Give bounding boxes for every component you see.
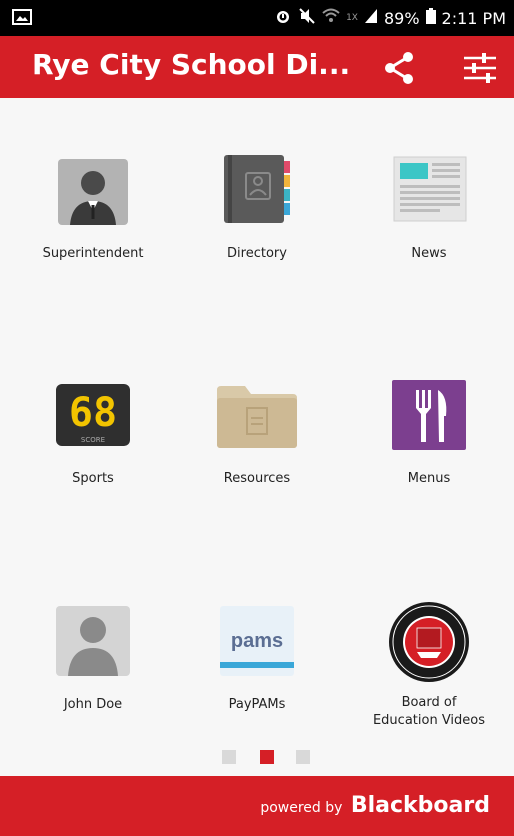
tile-label: Directory — [227, 246, 287, 261]
tile-label: News — [411, 246, 447, 261]
page-indicator — [222, 750, 312, 766]
status-bar: 1X 89% 2:11 PM — [0, 0, 514, 36]
clock-time: 2:11 PM — [441, 8, 506, 28]
seal-icon — [387, 600, 471, 684]
scoreboard-digits: 68 — [69, 390, 117, 436]
resources-icon — [217, 380, 297, 458]
powered-by-text: powered by — [260, 800, 343, 816]
powered-by-credit[interactable]: powered by Blackboard — [260, 793, 490, 818]
tile-sports[interactable]: 68 SCORE Sports — [8, 380, 178, 488]
app-bar: Rye City School Di... — [0, 36, 514, 98]
tile-directory[interactable]: Directory — [172, 155, 342, 263]
settings-button[interactable] — [460, 50, 500, 86]
news-icon — [390, 155, 468, 233]
wifi-icon — [322, 8, 340, 28]
tile-label: John Doe — [63, 697, 123, 712]
alarm-icon — [274, 7, 292, 29]
tile-superintendent[interactable]: Superintendent — [8, 155, 178, 263]
share-button[interactable] — [380, 48, 420, 88]
page-dot-1[interactable] — [222, 750, 236, 764]
blackboard-logo: Blackboard — [350, 793, 490, 818]
tile-paypams[interactable]: pams PayPAMs — [172, 606, 342, 714]
battery-percent: 89% — [383, 8, 420, 28]
page-dot-3[interactable] — [296, 750, 310, 764]
sports-icon: 68 SCORE — [54, 380, 132, 458]
pams-logo-text: pams — [231, 630, 283, 652]
share-icon — [385, 52, 413, 84]
tile-label: PayPAMs — [228, 697, 286, 712]
tile-menus[interactable]: Menus — [344, 380, 514, 488]
page-title: Rye City School Di... — [32, 48, 351, 81]
gallery-notification-icon — [12, 9, 32, 29]
tile-label: Sports — [72, 471, 114, 486]
tile-john-doe[interactable]: John Doe — [8, 606, 178, 714]
page-dot-2-active[interactable] — [260, 750, 274, 764]
tile-label: Board of Education Videos — [372, 695, 486, 728]
footer: powered by Blackboard — [0, 776, 514, 836]
directory-icon — [218, 155, 296, 233]
sliders-icon — [464, 53, 496, 83]
tile-resources[interactable]: Resources — [172, 380, 342, 488]
tile-label: Resources — [223, 471, 291, 486]
pams-icon: pams — [218, 606, 296, 684]
battery-icon — [425, 8, 436, 28]
network-type-label: 1X — [346, 13, 358, 23]
superintendent-icon — [54, 155, 132, 233]
person-icon — [54, 606, 132, 684]
signal-icon — [364, 8, 378, 28]
tile-label: Menus — [407, 471, 451, 486]
menus-icon — [390, 380, 468, 458]
tile-board-videos[interactable]: Board of Education Videos — [344, 600, 514, 730]
tile-news[interactable]: News — [344, 155, 514, 263]
tile-label: Superintendent — [42, 246, 144, 261]
mute-icon — [298, 7, 316, 29]
scoreboard-caption: SCORE — [81, 436, 105, 444]
